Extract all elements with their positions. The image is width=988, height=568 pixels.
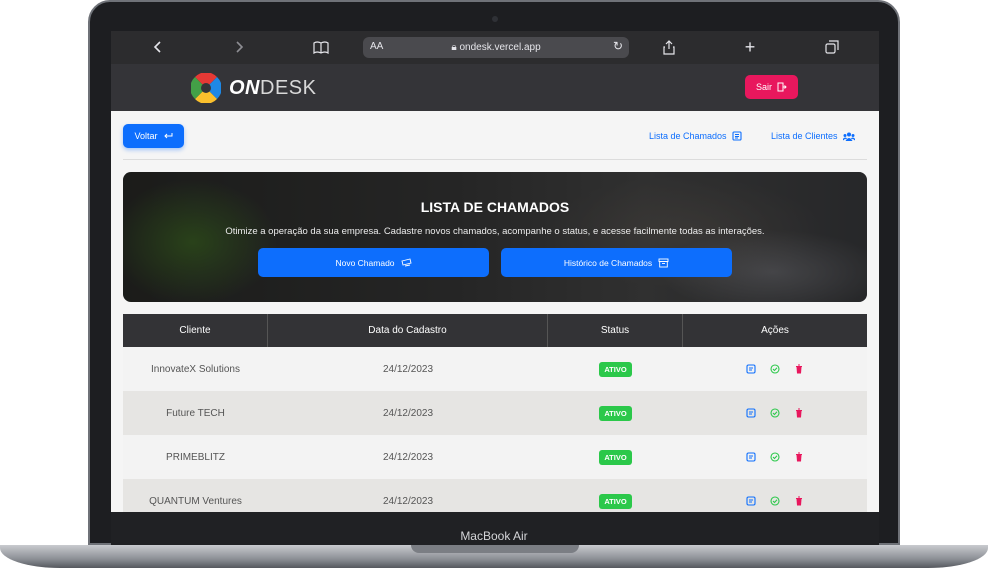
nav-link-clientes[interactable]: Lista de Clientes (771, 131, 855, 141)
new-ticket-button[interactable]: Novo Chamado (258, 248, 489, 277)
cell-actions (683, 479, 867, 512)
back-button[interactable]: Voltar (123, 124, 184, 148)
ticket-history-label: Histórico de Chamados (563, 257, 653, 268)
status-badge: ATIVO (599, 405, 632, 421)
table-row: QUANTUM Ventures 24/12/2023 ATIVO (123, 479, 867, 512)
details-icon[interactable] (745, 363, 757, 375)
forward-icon[interactable] (229, 37, 249, 57)
details-icon[interactable] (745, 407, 757, 419)
column-header: Ações (761, 325, 789, 336)
trash-icon[interactable] (793, 407, 805, 419)
table-row: Future TECH 24/12/2023 ATIVO (123, 391, 867, 435)
check-icon[interactable] (769, 451, 781, 463)
nav-link-label: Lista de Clientes (771, 131, 838, 141)
cell-status: ATIVO (548, 435, 683, 479)
reload-icon[interactable]: ↻ (613, 39, 623, 53)
cell-data: 24/12/2023 (382, 495, 434, 507)
status-badge: ATIVO (599, 449, 632, 465)
new-ticket-label: Novo Chamado (335, 257, 395, 268)
cell-data: 24/12/2023 (382, 451, 434, 463)
users-icon (842, 132, 855, 141)
column-header: Status (548, 314, 683, 347)
page-title: LISTA DE CHAMADOS (420, 199, 570, 215)
cell-actions (683, 347, 867, 391)
back-icon[interactable] (148, 37, 168, 57)
table-row: PRIMEBLITZ 24/12/2023 ATIVO (123, 435, 867, 479)
list-icon (731, 131, 742, 141)
cell-cliente: Future TECH (166, 407, 225, 419)
check-icon[interactable] (769, 407, 781, 419)
cell-cliente: QUANTUM Ventures (149, 495, 242, 507)
back-label: Voltar (134, 131, 158, 141)
brand-light: DESK (260, 77, 317, 99)
details-icon[interactable] (745, 495, 757, 507)
archive-icon (658, 258, 669, 267)
brand-bold: ON (229, 77, 260, 99)
tickets-table: Cliente Data do Cadastro Status Ações In… (123, 314, 867, 512)
cell-cliente: InnovateX Solutions (151, 363, 240, 375)
column-header: Cliente (123, 314, 268, 347)
column-header: Data do Cadastro (268, 314, 548, 347)
cell-data: 24/12/2023 (382, 407, 434, 419)
share-icon[interactable] (659, 37, 679, 57)
device-label: MacBook Air (460, 529, 528, 543)
app-header: ONDESK Sair (111, 64, 879, 111)
return-icon (163, 133, 172, 139)
cell-status: ATIVO (548, 391, 683, 435)
logout-label: Sair (755, 82, 772, 92)
brand-name: ONDESK (229, 77, 316, 100)
check-icon[interactable] (769, 495, 781, 507)
url-text: 🔒︎ ondesk.vercel.app (363, 42, 629, 53)
trash-icon[interactable] (793, 495, 805, 507)
table-row: InnovateX Solutions 24/12/2023 ATIVO (123, 347, 867, 391)
status-badge: ATIVO (599, 361, 632, 377)
nav-link-label: Lista de Chamados (649, 131, 727, 141)
add-ticket-icon (400, 257, 412, 266)
cell-status: ATIVO (548, 347, 683, 391)
laptop-notch (411, 545, 579, 553)
ondesk-logo-icon (191, 73, 221, 103)
cell-status: ATIVO (548, 479, 683, 512)
cell-actions (683, 435, 867, 479)
nav-link-chamados[interactable]: Lista de Chamados (649, 131, 742, 141)
bookmarks-icon[interactable] (311, 37, 331, 57)
camera-icon (492, 16, 498, 22)
new-tab-icon[interactable]: + (740, 37, 760, 57)
logout-icon (777, 82, 787, 92)
ticket-history-button[interactable]: Histórico de Chamados (501, 248, 732, 277)
logout-button[interactable]: Sair (745, 75, 798, 99)
screen: AA 🔒︎ ondesk.vercel.app ↻ + ONDESK Sair (111, 31, 879, 512)
hero-subtitle: Otimize a operação da sua empresa. Cadas… (225, 226, 765, 237)
trash-icon[interactable] (793, 363, 805, 375)
browser-toolbar: AA 🔒︎ ondesk.vercel.app ↻ + (111, 31, 879, 64)
url-value: ondesk.vercel.app (459, 42, 541, 53)
cell-cliente: PRIMEBLITZ (166, 451, 225, 463)
status-badge: ATIVO (599, 493, 632, 509)
address-bar[interactable]: AA 🔒︎ ondesk.vercel.app ↻ (363, 37, 629, 58)
details-icon[interactable] (745, 451, 757, 463)
divider (123, 159, 867, 160)
hero-banner: LISTA DE CHAMADOS Otimize a operação da … (123, 172, 867, 302)
table-header: Cliente Data do Cadastro Status Ações (123, 314, 867, 347)
trash-icon[interactable] (793, 451, 805, 463)
tabs-overview-icon[interactable] (822, 37, 842, 57)
cell-data: 24/12/2023 (382, 363, 434, 375)
cell-actions (683, 391, 867, 435)
check-icon[interactable] (769, 363, 781, 375)
